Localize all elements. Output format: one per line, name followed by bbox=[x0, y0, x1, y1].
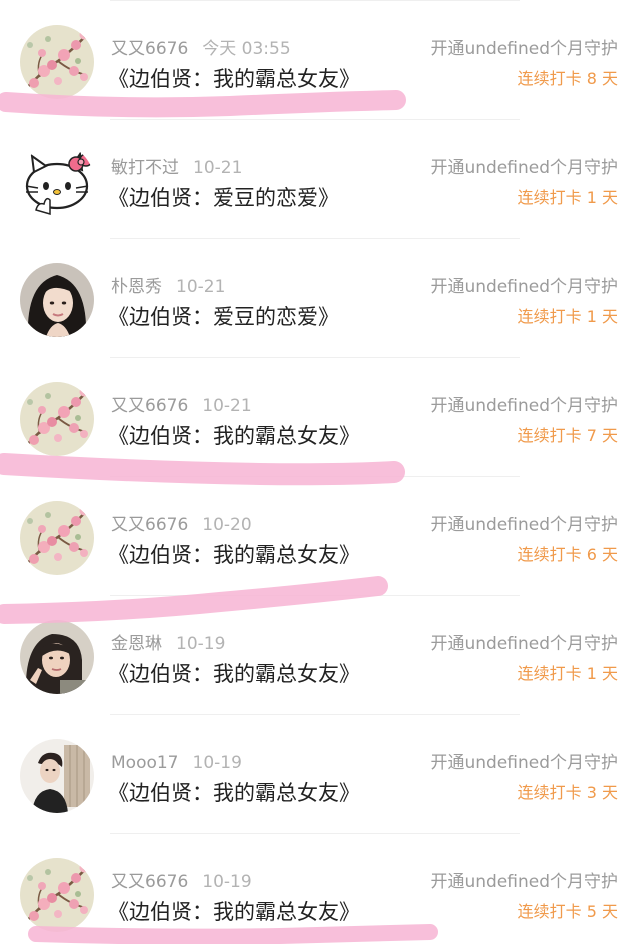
list-item[interactable]: Mooo17 10-19 《边伯贤：我的霸总女友》 开通undefined个月守护… bbox=[0, 715, 640, 834]
username-text[interactable]: 敏打不过 bbox=[111, 158, 179, 178]
checkin-streak-badge: 连续打卡 1 天 bbox=[517, 188, 618, 207]
username-text[interactable]: 又又6676 bbox=[111, 396, 188, 416]
username[interactable]: 又又6676 10-21 bbox=[111, 396, 252, 416]
boy-portrait-avatar-icon[interactable] bbox=[20, 739, 94, 813]
guard-record-list: 又又6676 今天 03:55 《边伯贤：我的霸总女友》 开通undefined个… bbox=[0, 0, 640, 944]
list-item[interactable]: 金恩琳 10-19 《边伯贤：我的霸总女友》 开通undefined个月守护 连续… bbox=[0, 596, 640, 715]
checkin-streak-badge: 连续打卡 6 天 bbox=[517, 545, 618, 564]
username[interactable]: 又又6676 今天 03:55 bbox=[111, 39, 291, 59]
book-title[interactable]: 《边伯贤：我的霸总女友》 bbox=[108, 660, 360, 688]
book-title[interactable]: 《边伯贤：我的霸总女友》 bbox=[108, 898, 360, 926]
peach-blossom-avatar-icon[interactable] bbox=[20, 501, 94, 575]
username-text[interactable]: 又又6676 bbox=[111, 872, 188, 892]
checkin-streak-badge: 连续打卡 1 天 bbox=[517, 664, 618, 683]
username-text[interactable]: 又又6676 bbox=[111, 39, 188, 59]
username[interactable]: 又又6676 10-19 bbox=[111, 872, 252, 892]
checkin-streak-badge: 连续打卡 7 天 bbox=[517, 426, 618, 445]
username[interactable]: 朴恩秀 10-21 bbox=[111, 277, 225, 297]
hello-kitty-avatar-icon[interactable] bbox=[20, 144, 94, 218]
list-item[interactable]: 又又6676 10-19 《边伯贤：我的霸总女友》 开通undefined个月守护… bbox=[0, 834, 640, 944]
peach-blossom-avatar-icon[interactable] bbox=[20, 382, 94, 456]
guard-action-text: 开通undefined个月守护 bbox=[430, 39, 618, 59]
username-text[interactable]: Mooo17 bbox=[111, 753, 179, 773]
book-title[interactable]: 《边伯贤：我的霸总女友》 bbox=[108, 779, 360, 807]
guard-action-text: 开通undefined个月守护 bbox=[430, 158, 618, 178]
timestamp: 10-21 bbox=[202, 396, 252, 416]
book-title[interactable]: 《边伯贤：爱豆的恋爱》 bbox=[108, 184, 339, 212]
timestamp: 10-19 bbox=[176, 634, 226, 654]
guard-action-text: 开通undefined个月守护 bbox=[430, 634, 618, 654]
book-title[interactable]: 《边伯贤：爱豆的恋爱》 bbox=[108, 303, 339, 331]
username[interactable]: Mooo17 10-19 bbox=[111, 753, 242, 773]
timestamp: 10-20 bbox=[202, 515, 252, 535]
list-item[interactable]: 又又6676 10-21 《边伯贤：我的霸总女友》 开通undefined个月守护… bbox=[0, 358, 640, 477]
list-item[interactable]: 又又6676 10-20 《边伯贤：我的霸总女友》 开通undefined个月守护… bbox=[0, 477, 640, 596]
peach-blossom-avatar-icon[interactable] bbox=[20, 25, 94, 99]
timestamp: 10-21 bbox=[176, 277, 226, 297]
list-item[interactable]: 又又6676 今天 03:55 《边伯贤：我的霸总女友》 开通undefined个… bbox=[0, 1, 640, 120]
checkin-streak-badge: 连续打卡 1 天 bbox=[517, 307, 618, 326]
book-title[interactable]: 《边伯贤：我的霸总女友》 bbox=[108, 541, 360, 569]
timestamp: 10-19 bbox=[202, 872, 252, 892]
peach-blossom-avatar-icon[interactable] bbox=[20, 858, 94, 932]
book-title[interactable]: 《边伯贤：我的霸总女友》 bbox=[108, 422, 360, 450]
guard-action-text: 开通undefined个月守护 bbox=[430, 277, 618, 297]
checkin-streak-badge: 连续打卡 8 天 bbox=[517, 69, 618, 88]
guard-action-text: 开通undefined个月守护 bbox=[430, 872, 618, 892]
list-item[interactable]: 朴恩秀 10-21 《边伯贤：爱豆的恋爱》 开通undefined个月守护 连续打… bbox=[0, 239, 640, 358]
username[interactable]: 金恩琳 10-19 bbox=[111, 634, 225, 654]
username-text[interactable]: 朴恩秀 bbox=[111, 277, 162, 297]
guard-action-text: 开通undefined个月守护 bbox=[430, 515, 618, 535]
guard-action-text: 开通undefined个月守护 bbox=[430, 396, 618, 416]
username[interactable]: 敏打不过 10-21 bbox=[111, 158, 242, 178]
list-item[interactable]: 敏打不过 10-21 《边伯贤：爱豆的恋爱》 开通undefined个月守护 连续… bbox=[0, 120, 640, 239]
girl-portrait-avatar-icon[interactable] bbox=[20, 263, 94, 337]
username-text[interactable]: 又又6676 bbox=[111, 515, 188, 535]
timestamp: 10-19 bbox=[192, 753, 242, 773]
selfie-girl-avatar-icon[interactable] bbox=[20, 620, 94, 694]
timestamp: 今天 03:55 bbox=[202, 39, 291, 59]
book-title[interactable]: 《边伯贤：我的霸总女友》 bbox=[108, 65, 360, 93]
checkin-streak-badge: 连续打卡 5 天 bbox=[517, 902, 618, 921]
username-text[interactable]: 金恩琳 bbox=[111, 634, 162, 654]
checkin-streak-badge: 连续打卡 3 天 bbox=[517, 783, 618, 802]
username[interactable]: 又又6676 10-20 bbox=[111, 515, 252, 535]
guard-action-text: 开通undefined个月守护 bbox=[430, 753, 618, 773]
timestamp: 10-21 bbox=[193, 158, 243, 178]
